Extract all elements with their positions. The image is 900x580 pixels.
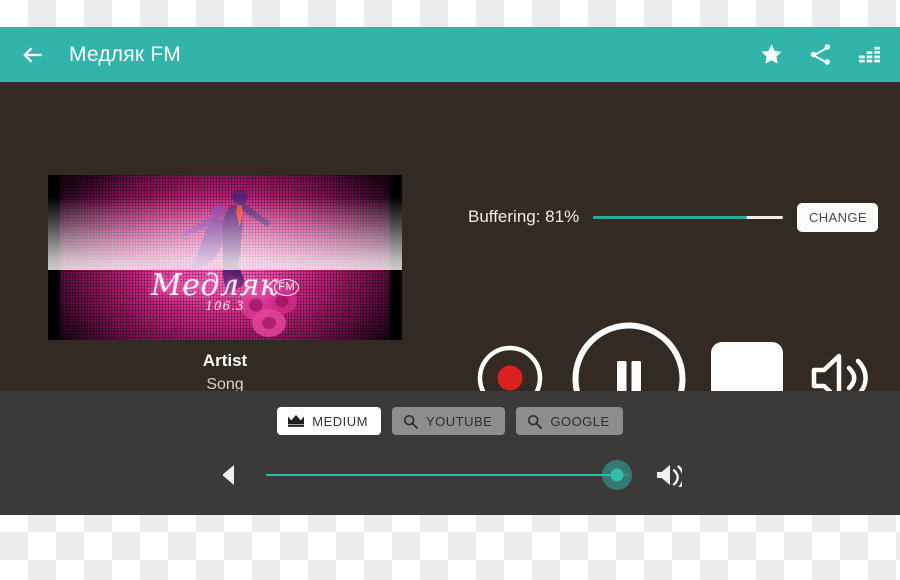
chip-youtube-label: YOUTUBE [426,413,493,429]
share-icon[interactable] [808,42,833,67]
favorite-star-icon[interactable] [759,42,784,67]
volume-slider-thumb[interactable] [610,468,624,482]
canvas-root: Медляк FM МедлякFM 106.3 Artist Song Buf… [0,0,900,580]
app-bar: Медляк FM [0,27,900,82]
player-stage: МедлякFM 106.3 Artist Song Buffering: 81… [0,82,900,436]
volume-down-icon[interactable] [218,463,238,487]
chip-youtube[interactable]: YOUTUBE [392,407,506,435]
chip-google-label: GOOGLE [550,413,610,429]
volume-row [0,453,900,497]
track-artist: Artist [202,351,248,370]
page-title: Медляк FM [69,42,181,66]
crown-icon [288,415,305,427]
change-button[interactable]: CHANGE [796,202,878,232]
roses-ornament [240,288,297,337]
volume-slider[interactable] [266,459,633,491]
radio-player-window: Медляк FM МедлякFM 106.3 Artist Song Buf… [0,27,900,515]
buffering-progress-fill [593,215,747,219]
bottom-panel: MEDIUM YOUTUBE GOOGLE [0,391,900,515]
chip-medium-label: MEDIUM [312,413,368,429]
search-chip-row: MEDIUM YOUTUBE GOOGLE [0,407,900,435]
chip-medium[interactable]: MEDIUM [277,407,381,435]
chip-google[interactable]: GOOGLE [516,407,623,435]
volume-slider-fill [266,474,618,476]
back-arrow-icon[interactable] [20,42,46,68]
buffering-label: Buffering: 81% [468,207,580,226]
search-icon [403,414,418,429]
track-info: Artist Song [48,350,402,397]
app-bar-actions [759,42,882,67]
search-icon [528,414,543,429]
volume-up-icon[interactable] [656,463,682,487]
equalizer-icon[interactable] [857,42,882,67]
dancing-couple-silhouette [180,189,270,293]
buffering-progress-track [593,215,783,219]
buffering-row: Buffering: 81% CHANGE [468,202,878,232]
station-artwork[interactable]: МедлякFM 106.3 [48,175,402,340]
